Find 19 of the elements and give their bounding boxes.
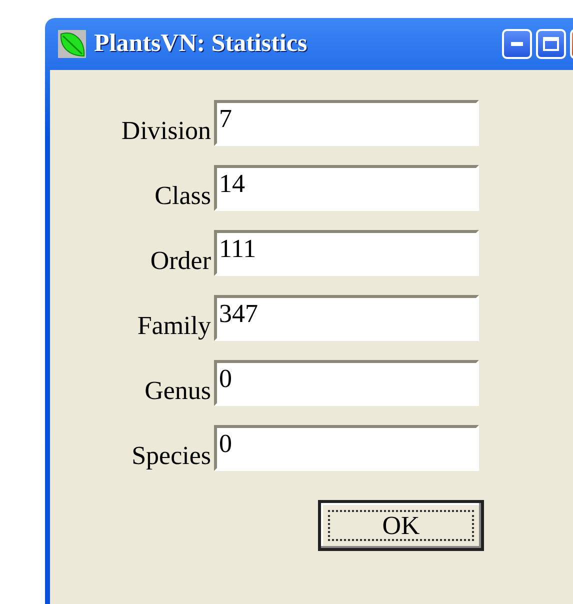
input-field[interactable]: 111: [214, 230, 479, 276]
field-label: Division: [121, 114, 211, 146]
input-field[interactable]: 7: [214, 100, 479, 146]
field-label: Class: [154, 180, 211, 211]
maximize-button[interactable]: [536, 29, 566, 59]
maximize-icon: [543, 37, 559, 51]
leaf-icon: [58, 30, 86, 58]
field-label: Family: [137, 310, 211, 341]
input-field[interactable]: 0: [214, 360, 479, 406]
window-title: PlantsVN: Statistics: [94, 30, 308, 58]
minimize-icon: [511, 42, 523, 46]
field-label: Order: [150, 244, 211, 276]
field-label: Species: [132, 440, 211, 471]
field-label: Genus: [144, 374, 211, 406]
ok-button[interactable]: OK: [318, 500, 484, 551]
input-field[interactable]: 0: [214, 425, 479, 471]
input-field[interactable]: 347: [214, 295, 479, 341]
minimize-button[interactable]: [502, 29, 532, 59]
input-field[interactable]: 14: [214, 165, 479, 211]
